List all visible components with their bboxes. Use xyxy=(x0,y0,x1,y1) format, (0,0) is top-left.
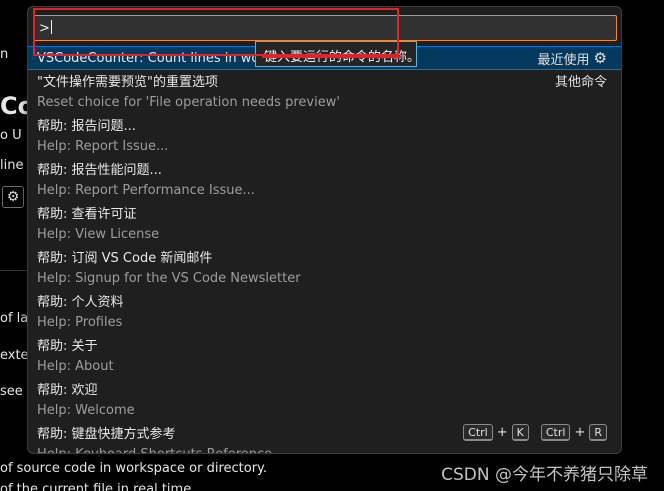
bg-text: exte xyxy=(0,348,29,363)
command-item-title: 帮助: 报告问题... xyxy=(37,118,136,134)
command-item-subtitle: Help: Keyboard Shortcuts Reference xyxy=(37,446,273,454)
command-input-value: > xyxy=(39,21,50,36)
command-item[interactable]: 帮助: 订阅 VS Code 新闻邮件 xyxy=(28,245,621,267)
group-label-text: 最近使用 xyxy=(537,52,590,68)
settings-gear-icon[interactable]: ⚙ xyxy=(2,186,24,208)
command-group-label: 最近使用 ⚙ xyxy=(538,47,607,69)
command-item-subtitle: Help: Signup for the VS Code Newsletter xyxy=(37,270,301,286)
command-list: VSCodeCounter: Count lines in workspace 最… xyxy=(28,46,621,454)
bg-text: o U xyxy=(0,128,22,143)
command-item[interactable]: 帮助: 键盘快捷方式参考 Ctrl + K Ctrl + R xyxy=(28,421,621,443)
text-caret xyxy=(50,20,52,34)
command-item-title: 帮助: 关于 xyxy=(37,338,98,354)
bg-bottom-line: of source code in workspace or directory… xyxy=(0,461,268,476)
command-item[interactable]: 帮助: 报告性能问题... xyxy=(28,157,621,179)
command-item[interactable]: 帮助: 报告问题... xyxy=(28,113,621,135)
command-item-title: 帮助: 个人资料 xyxy=(37,294,124,310)
gear-icon[interactable]: ⚙ xyxy=(594,49,607,67)
command-item-title: 帮助: 订阅 VS Code 新闻邮件 xyxy=(37,250,213,266)
command-item-title: "文件操作需要预览"的重置选项 xyxy=(37,74,218,90)
command-palette: > VSCodeCounter: Count lines in workspac… xyxy=(27,6,622,454)
command-item[interactable]: 帮助: 欢迎 xyxy=(28,377,621,399)
key-cap: R xyxy=(589,423,607,441)
command-item-subtitle: Help: Report Performance Issue... xyxy=(37,182,255,198)
command-item-subtitle: Help: About xyxy=(37,358,114,374)
key-cap: Ctrl xyxy=(540,423,571,441)
watermark: CSDN @今年不养猪只除草 xyxy=(441,465,648,485)
command-item-subtitle: Help: View License xyxy=(37,226,160,242)
command-item-title: 帮助: 欢迎 xyxy=(37,382,98,398)
bg-text: n xyxy=(0,47,9,62)
command-item-subtitle: Reset choice for 'File operation needs p… xyxy=(37,94,340,110)
command-item[interactable]: 帮助: 个人资料 xyxy=(28,289,621,311)
command-item-subtitle: Help: Report Issue... xyxy=(37,138,169,154)
annotation-underline xyxy=(262,56,402,58)
command-input[interactable]: > xyxy=(33,15,617,41)
bg-text: of la xyxy=(0,311,29,326)
command-item[interactable]: "文件操作需要预览"的重置选项 其他命令 xyxy=(28,69,621,91)
bg-text: line xyxy=(0,158,24,173)
command-item[interactable]: 帮助: 关于 xyxy=(28,333,621,355)
bg-divider xyxy=(0,270,30,271)
key-separator: + xyxy=(496,424,508,440)
key-separator: + xyxy=(574,424,586,440)
input-tooltip: 键入要运行的命令的名称。 xyxy=(255,41,420,67)
command-item-title: 帮助: 键盘快捷方式参考 xyxy=(37,426,176,442)
command-item-subtitle: Help: Profiles xyxy=(37,314,123,330)
command-item-subtitle: Help: Welcome xyxy=(37,402,135,418)
command-item-title: 帮助: 查看许可证 xyxy=(37,206,137,222)
command-item-title: 帮助: 报告性能问题... xyxy=(37,162,162,178)
key-cap: Ctrl xyxy=(463,423,493,441)
keybinding: Ctrl + K Ctrl + R xyxy=(463,421,607,443)
group-label-text: 其他命令 xyxy=(554,74,607,90)
key-cap: K xyxy=(511,423,529,441)
bg-bottom-line: of the current file in real time. xyxy=(0,482,196,491)
command-item[interactable]: 帮助: 查看许可证 xyxy=(28,201,621,223)
command-group-label: 其他命令 xyxy=(555,69,607,91)
